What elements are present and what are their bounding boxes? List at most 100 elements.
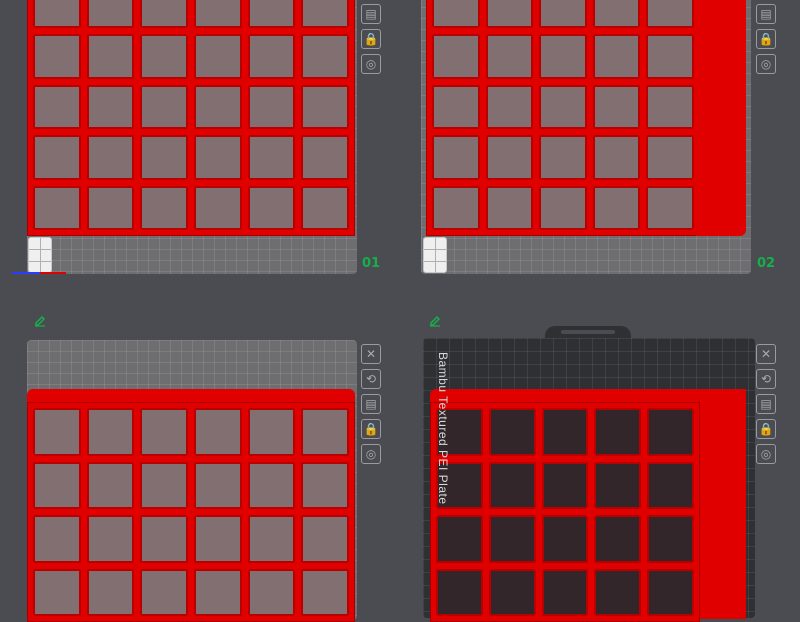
grid-cell (140, 408, 188, 456)
grid-cell (594, 515, 642, 563)
arrange-icon[interactable]: ▤ (361, 4, 381, 24)
axis-indicator-icon (12, 272, 66, 274)
grid-cell (646, 84, 694, 130)
grid-cell (247, 408, 296, 456)
grid-cell (33, 84, 81, 130)
grid-cell (194, 185, 242, 230)
orient-icon[interactable]: ⟲ (361, 369, 381, 389)
grid-cell (33, 515, 81, 563)
grid-cell (436, 568, 483, 616)
edit-plate-name-icon[interactable] (33, 313, 47, 327)
grid-cell (592, 84, 641, 130)
grid-cell (86, 0, 135, 29)
grid-cell (541, 408, 589, 456)
grid-cell (140, 135, 188, 180)
plate-03-toolbar: ✕ ⟲ ▤ 🔒 ◎ (361, 344, 383, 464)
grid-cell (539, 135, 587, 180)
grid-cell (485, 84, 534, 130)
lock-icon[interactable]: 🔒 (756, 29, 776, 49)
grid-cell (140, 185, 188, 230)
plate-type-label: Bambu Textured PEI Plate (436, 352, 450, 505)
plate-01-model[interactable] (27, 0, 355, 236)
settings-icon[interactable]: ◎ (361, 54, 381, 74)
grid-cell (647, 515, 694, 563)
grid-cell (488, 568, 536, 616)
grid-cell (436, 515, 483, 563)
grid-cell (301, 568, 349, 616)
plate-02-toolbar: ▤ 🔒 ◎ (756, 0, 778, 74)
grid-cell (140, 84, 188, 130)
grid-cell (592, 34, 641, 79)
grid-cell (432, 135, 480, 180)
plate-number-02: 02 (757, 256, 776, 271)
grid-cell (86, 461, 135, 509)
grid-cell (646, 135, 694, 180)
grid-cell (33, 185, 81, 230)
grid-cell (432, 34, 480, 79)
grid-cell (86, 568, 135, 616)
grid-cell (485, 0, 534, 29)
grid-cell (432, 84, 480, 130)
grid-cell (140, 0, 188, 29)
grid-cell (301, 461, 349, 509)
grid-cell (194, 515, 242, 563)
grid-cell (485, 34, 534, 79)
plate-02-model-edge[interactable] (696, 0, 746, 236)
grid-cell (247, 461, 296, 509)
lock-icon[interactable]: 🔒 (361, 29, 381, 49)
grid-cell (247, 568, 296, 616)
plate-04-model[interactable] (430, 402, 700, 622)
grid-cell (194, 34, 242, 79)
grid-cell (86, 185, 135, 230)
settings-icon[interactable]: ◎ (756, 444, 776, 464)
grid-cell (301, 135, 349, 180)
plate-04-toolbar: ✕ ⟲ ▤ 🔒 ◎ (756, 344, 778, 464)
edit-plate-name-icon[interactable] (428, 313, 442, 327)
grid-cell (539, 0, 587, 29)
grid-cell (33, 461, 81, 509)
grid-cell (647, 461, 694, 509)
grid-cell (488, 461, 536, 509)
grid-cell (647, 408, 694, 456)
plate-02-thumbnail[interactable] (423, 237, 447, 273)
grid-cell (539, 185, 587, 230)
grid-cell (86, 84, 135, 130)
plate-01-thumbnail[interactable] (28, 237, 52, 273)
grid-cell (33, 0, 81, 29)
grid-cell (140, 515, 188, 563)
plate-03-model[interactable] (27, 402, 355, 622)
grid-cell (647, 568, 694, 616)
grid-cell (485, 135, 534, 180)
grid-cell (594, 408, 642, 456)
settings-icon[interactable]: ◎ (361, 444, 381, 464)
grid-cell (488, 515, 536, 563)
grid-cell (592, 185, 641, 230)
grid-cell (646, 34, 694, 79)
grid-cell (594, 568, 642, 616)
arrange-icon[interactable]: ▤ (756, 4, 776, 24)
orient-icon[interactable]: ⟲ (756, 369, 776, 389)
lock-icon[interactable]: 🔒 (361, 419, 381, 439)
close-icon[interactable]: ✕ (361, 344, 381, 364)
arrange-icon[interactable]: ▤ (756, 394, 776, 414)
grid-cell (247, 34, 296, 79)
grid-cell (194, 135, 242, 180)
grid-cell (86, 135, 135, 180)
plate-04-model-edge[interactable] (696, 389, 746, 619)
settings-icon[interactable]: ◎ (756, 54, 776, 74)
plate-01-toolbar: ▤ 🔒 ◎ (361, 0, 383, 74)
grid-cell (541, 461, 589, 509)
grid-cell (301, 0, 349, 29)
grid-cell (539, 84, 587, 130)
grid-cell (541, 515, 589, 563)
lock-icon[interactable]: 🔒 (756, 419, 776, 439)
plate-02-model[interactable] (426, 0, 700, 236)
grid-cell (194, 408, 242, 456)
grid-cell (485, 185, 534, 230)
grid-cell (194, 0, 242, 29)
grid-cell (301, 408, 349, 456)
grid-cell (247, 0, 296, 29)
close-icon[interactable]: ✕ (756, 344, 776, 364)
grid-cell (140, 568, 188, 616)
arrange-icon[interactable]: ▤ (361, 394, 381, 414)
